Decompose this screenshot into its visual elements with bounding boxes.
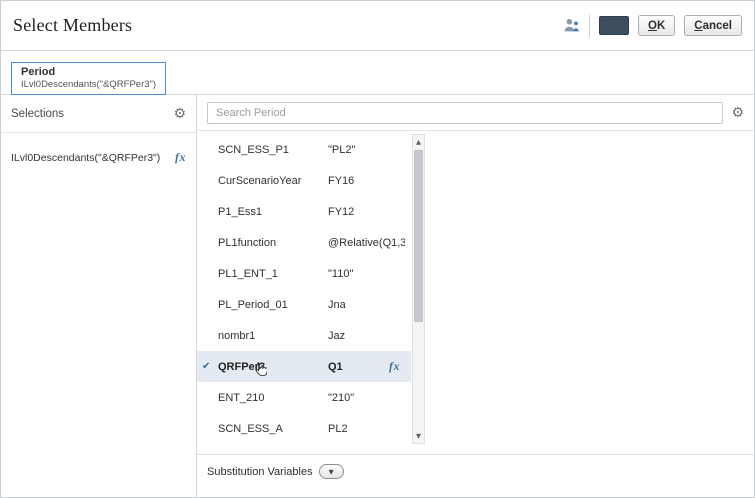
- tab-period[interactable]: Period ILvl0Descendants("&QRFPer3"): [11, 62, 166, 95]
- dialog-content: Selections ⚙ ILvl0Descendants("&QRFPer3"…: [1, 95, 754, 497]
- list-item[interactable]: SCN_ESS_A PL2: [197, 413, 411, 444]
- gear-icon[interactable]: ⚙: [731, 106, 744, 120]
- member-value: Jaz: [328, 330, 405, 342]
- scroll-down-icon[interactable]: ▼: [413, 429, 424, 443]
- fx-icon[interactable]: fx: [389, 359, 400, 374]
- list-item-selected[interactable]: ✔ QRFPer3 Q1 fx: [197, 351, 411, 382]
- member-name: PL1function: [218, 237, 328, 249]
- member-value: FY16: [328, 175, 405, 187]
- member-name: SCN_ESS_P1: [218, 144, 328, 156]
- page-title: Select Members: [13, 15, 132, 36]
- cursor-pointer-icon: [253, 361, 267, 378]
- list-item[interactable]: SCN_ESS_P1 "PL2": [197, 134, 411, 165]
- selection-item-label: ILvl0Descendants("&QRFPer3"): [11, 152, 160, 164]
- member-name: PL1_ENT_1: [218, 268, 328, 280]
- list-item[interactable]: PL1_ENT_1 "110": [197, 258, 411, 289]
- list-item[interactable]: ENT_210 "210": [197, 382, 411, 413]
- member-value: "210": [328, 392, 405, 404]
- member-value: @Relative(Q1,3): [328, 237, 405, 249]
- scrollbar[interactable]: ▲ ▼: [412, 134, 425, 444]
- member-value: PL2: [328, 423, 405, 435]
- member-name: QRFPer3: [218, 361, 328, 373]
- member-list: SCN_ESS_P1 "PL2" CurScenarioYear FY16 P1…: [197, 134, 425, 444]
- gear-icon[interactable]: ⚙: [173, 107, 186, 121]
- member-picker-panel: ⚙ SCN_ESS_P1 "PL2" CurScenarioYear FY16: [197, 95, 754, 497]
- member-list-rows: SCN_ESS_P1 "PL2" CurScenarioYear FY16 P1…: [197, 134, 411, 444]
- search-row: ⚙: [197, 95, 754, 131]
- member-value: Jna: [328, 299, 405, 311]
- tab-strip: Period ILvl0Descendants("&QRFPer3"): [1, 51, 754, 95]
- selections-header: Selections ⚙: [1, 95, 196, 133]
- chevron-down-icon: ▼: [329, 468, 334, 476]
- tab-label: Period: [21, 66, 156, 78]
- list-item[interactable]: PL1function @Relative(Q1,3): [197, 227, 411, 258]
- list-item[interactable]: P1_Ess1 FY12: [197, 196, 411, 227]
- header-actions: OK Cancel: [563, 15, 742, 37]
- scrollbar-thumb[interactable]: [414, 150, 423, 322]
- member-name: PL_Period_01: [218, 299, 328, 311]
- selections-title: Selections: [11, 108, 64, 120]
- member-name: ENT_210: [218, 392, 328, 404]
- check-icon: ✔: [202, 361, 218, 372]
- scroll-up-icon[interactable]: ▲: [413, 135, 424, 149]
- member-selector-icon[interactable]: [563, 17, 580, 34]
- fx-icon[interactable]: fx: [175, 150, 186, 165]
- search-input[interactable]: [207, 102, 723, 124]
- ok-button[interactable]: OK: [638, 15, 675, 36]
- substitution-variables-dropdown[interactable]: ▼: [319, 464, 344, 479]
- member-value: "110": [328, 268, 405, 280]
- member-value: Q1: [328, 361, 389, 373]
- member-name: P1_Ess1: [218, 206, 328, 218]
- list-item[interactable]: nombr1 Jaz: [197, 320, 411, 351]
- panel-toggle-button[interactable]: [599, 16, 629, 35]
- list-item[interactable]: CurScenarioYear FY16: [197, 165, 411, 196]
- cancel-button[interactable]: Cancel: [684, 15, 742, 36]
- member-name: CurScenarioYear: [218, 175, 328, 187]
- selections-panel: Selections ⚙ ILvl0Descendants("&QRFPer3"…: [1, 95, 197, 497]
- tab-sublabel: ILvl0Descendants("&QRFPer3"): [21, 79, 156, 90]
- member-name: nombr1: [218, 330, 328, 342]
- footer-row: Substitution Variables ▼: [197, 454, 754, 497]
- member-value: FY12: [328, 206, 405, 218]
- list-item[interactable]: PL_Period_01 Jna: [197, 289, 411, 320]
- substitution-variables-label: Substitution Variables: [207, 466, 313, 478]
- dialog-header: Select Members OK Cancel: [1, 1, 754, 51]
- member-value: "PL2": [328, 144, 405, 156]
- select-members-dialog: Select Members OK Cancel Period ILvl0Des…: [0, 0, 755, 498]
- selection-item[interactable]: ILvl0Descendants("&QRFPer3") fx: [1, 133, 196, 165]
- member-name: SCN_ESS_A: [218, 423, 328, 435]
- header-separator: [589, 15, 590, 37]
